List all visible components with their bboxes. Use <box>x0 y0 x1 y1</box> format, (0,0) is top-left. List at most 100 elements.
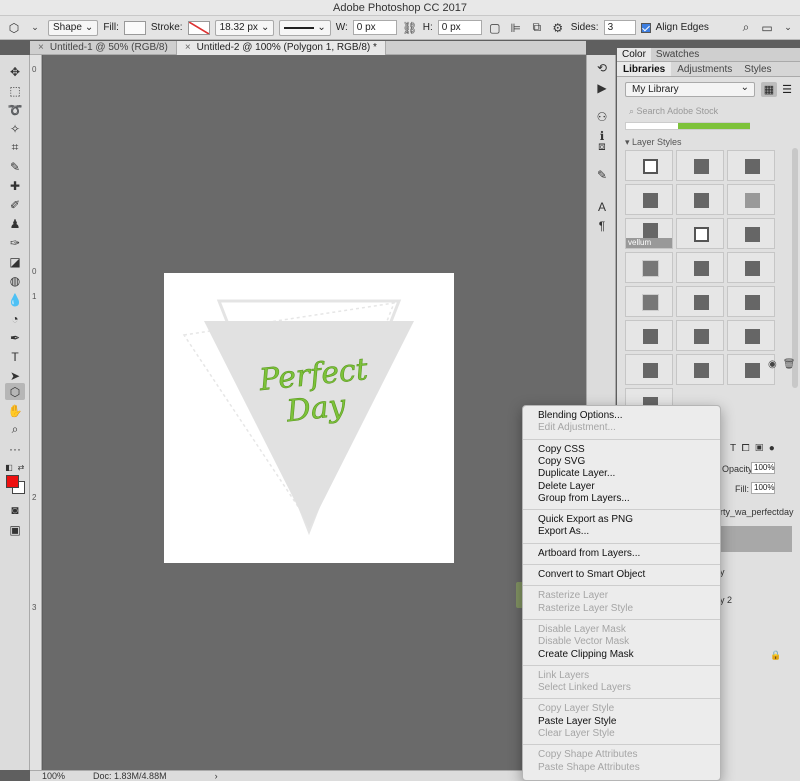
shape-filter-icon[interactable]: ⧠ <box>742 443 750 454</box>
style-thumbnail[interactable] <box>625 184 673 215</box>
layer-name[interactable]: y 2 <box>720 595 732 605</box>
zoom-tool-icon[interactable]: ⌕ <box>5 421 25 438</box>
tab-libraries[interactable]: Libraries <box>617 62 672 76</box>
zoom-level[interactable]: 100% <box>42 771 65 781</box>
blur-tool-icon[interactable]: 💧 <box>5 291 25 308</box>
stock-search-input[interactable]: ⌕ Search Adobe Stock <box>625 104 785 119</box>
close-icon[interactable]: × <box>185 41 191 55</box>
chevron-down-icon[interactable]: ⌄ <box>27 20 43 36</box>
stroke-type-select[interactable]: ⌄ <box>279 19 331 36</box>
history-brush-tool-icon[interactable]: ✑ <box>5 234 25 251</box>
path-alignment-icon[interactable]: ⊫ <box>508 20 524 36</box>
paint-bucket-tool-icon[interactable]: ◍ <box>5 272 25 289</box>
menu-item-blending-options[interactable]: Blending Options... <box>538 410 623 422</box>
menu-item-artboard-from-layers[interactable]: Artboard from Layers... <box>538 548 640 560</box>
tab-untitled-2[interactable]: × Untitled-2 @ 100% (Polygon 1, RGB/8) * <box>176 41 386 55</box>
trash-icon[interactable]: 🗑 <box>783 359 796 370</box>
selected-layer-row[interactable] <box>720 526 792 552</box>
search-icon[interactable]: ⌕ <box>738 20 754 36</box>
menu-item-paste-layer-style[interactable]: Paste Layer Style <box>538 716 616 728</box>
style-thumbnail-vellum[interactable]: vellum <box>625 218 673 249</box>
grid-view-icon[interactable]: ▦ <box>761 82 777 97</box>
more-tools-icon[interactable]: ··· <box>5 440 25 457</box>
link-icon[interactable]: ⛓ <box>402 20 418 36</box>
style-thumbnail[interactable] <box>727 184 775 215</box>
tab-color[interactable]: Color <box>617 48 651 61</box>
library-color-swatches[interactable] <box>625 122 750 130</box>
path-operations-icon[interactable]: ▢ <box>487 20 503 36</box>
move-tool-icon[interactable]: ✥ <box>5 63 25 80</box>
style-thumbnail[interactable] <box>727 150 775 181</box>
type-filter-icon[interactable]: T <box>730 443 736 454</box>
smart-filter-icon[interactable]: ▣ <box>755 443 763 454</box>
menu-item-convert-to-smart-object[interactable]: Convert to Smart Object <box>538 569 645 581</box>
magic-wand-tool-icon[interactable]: ✧ <box>5 120 25 137</box>
tool-mode-select[interactable]: Shape ⌄ <box>48 19 99 36</box>
style-thumbnail[interactable] <box>676 252 724 283</box>
tab-styles[interactable]: Styles <box>738 62 777 76</box>
menu-item-duplicate-layer[interactable]: Duplicate Layer... <box>538 468 615 480</box>
fill-swatch[interactable] <box>123 20 146 35</box>
style-thumbnail[interactable] <box>727 286 775 317</box>
menu-item-create-clipping-mask[interactable]: Create Clipping Mask <box>538 649 634 661</box>
workspace-icon[interactable]: ▭ <box>759 20 775 36</box>
tab-swatches[interactable]: Swatches <box>651 48 704 61</box>
style-thumbnail[interactable] <box>625 252 673 283</box>
gear-icon[interactable]: ⚙ <box>550 20 566 36</box>
layer-name[interactable]: rty_wa_perfectday <box>720 507 794 517</box>
menu-item-export-as[interactable]: Export As... <box>538 526 589 538</box>
style-thumbnail[interactable] <box>676 218 724 249</box>
style-thumbnail[interactable] <box>727 218 775 249</box>
stroke-swatch[interactable] <box>187 20 210 35</box>
clone-stamp-tool-icon[interactable]: ♟ <box>5 215 25 232</box>
brush-tool-icon[interactable]: ✐ <box>5 196 25 213</box>
eraser-tool-icon[interactable]: ◪ <box>5 253 25 270</box>
style-thumbnail[interactable] <box>625 150 673 181</box>
dodge-tool-icon[interactable]: ◔ <box>5 310 25 327</box>
type-tool-icon[interactable]: T <box>5 348 25 365</box>
screen-mode-icon[interactable]: ▣ <box>5 521 25 538</box>
default-colors-icon[interactable]: ◧ <box>3 459 15 476</box>
align-edges-checkbox[interactable] <box>640 22 651 33</box>
eyedropper-tool-icon[interactable]: ✎ <box>5 158 25 175</box>
style-thumbnail[interactable] <box>676 320 724 351</box>
style-thumbnail[interactable] <box>727 320 775 351</box>
sides-input[interactable]: 3 <box>603 20 636 35</box>
style-thumbnail[interactable] <box>676 150 724 181</box>
layer-styles-header[interactable]: ▾ Layer Styles <box>625 137 682 148</box>
width-input[interactable]: 0 px <box>352 20 397 35</box>
polygon-tool-preset-icon[interactable]: ⬡ <box>6 20 22 36</box>
history-icon[interactable]: ⟲ <box>595 61 609 75</box>
list-view-icon[interactable]: ☰ <box>779 82 795 97</box>
style-thumbnail[interactable] <box>625 354 673 385</box>
opacity-input[interactable]: 100% <box>751 462 775 474</box>
library-select[interactable]: My Library <box>625 81 755 97</box>
style-thumbnail[interactable] <box>625 286 673 317</box>
paragraph-icon[interactable]: ¶ <box>595 219 609 233</box>
clone-source-icon[interactable]: ⧈ <box>595 139 609 153</box>
path-selection-tool-icon[interactable]: ➤ <box>5 367 25 384</box>
brush-presets-icon[interactable]: ✎ <box>595 168 609 182</box>
stroke-width-input[interactable]: 18.32 px ⌄ <box>214 19 275 36</box>
character-icon[interactable]: A <box>595 200 609 214</box>
marquee-tool-icon[interactable]: ⬚ <box>5 82 25 99</box>
cloud-sync-icon[interactable]: ◉ <box>768 359 777 370</box>
menu-item-quick-export-as-png[interactable]: Quick Export as PNG <box>538 514 633 526</box>
library-scrollbar[interactable] <box>792 148 798 388</box>
menu-item-copy-css[interactable]: Copy CSS <box>538 444 585 456</box>
height-input[interactable]: 0 px <box>437 20 482 35</box>
pen-tool-icon[interactable]: ✒ <box>5 329 25 346</box>
menu-item-delete-layer[interactable]: Delete Layer <box>538 481 595 493</box>
healing-brush-tool-icon[interactable]: ✚ <box>5 177 25 194</box>
menu-item-copy-svg[interactable]: Copy SVG <box>538 456 585 468</box>
swap-colors-icon[interactable]: ⇄ <box>15 459 27 476</box>
chevron-down-icon[interactable]: ⌄ <box>780 20 796 36</box>
polygon-tool-icon[interactable]: ⬡ <box>5 383 25 400</box>
style-thumbnail[interactable] <box>676 354 724 385</box>
lasso-tool-icon[interactable]: ➰ <box>5 101 25 118</box>
fill-input[interactable]: 100% <box>751 482 775 494</box>
menu-item-group-from-layers[interactable]: Group from Layers... <box>538 493 630 505</box>
status-arrow-icon[interactable]: › <box>215 771 218 781</box>
hand-tool-icon[interactable]: ✋ <box>5 402 25 419</box>
foreground-color-swatch[interactable] <box>6 475 19 488</box>
